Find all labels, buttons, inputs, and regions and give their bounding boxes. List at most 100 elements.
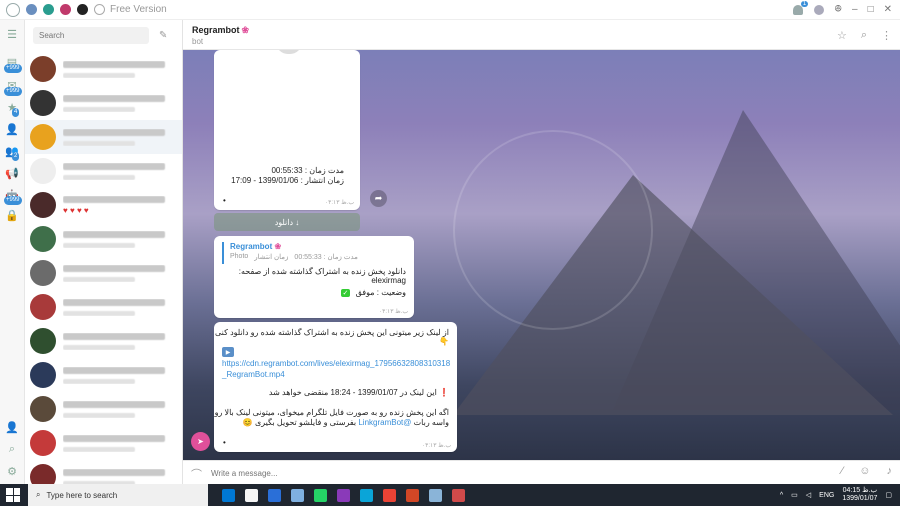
close-button[interactable]: ✕: [884, 4, 892, 15]
search-global-icon[interactable]: ⌕: [4, 442, 20, 456]
quote-meta: Photo: [230, 253, 249, 260]
contacts-icon[interactable]: 👤: [4, 122, 20, 136]
flower-icon: ❀: [241, 25, 250, 35]
chat-row-active[interactable]: [25, 120, 182, 154]
chat-row[interactable]: [25, 154, 182, 188]
accent-color-black[interactable]: [77, 4, 88, 15]
chevron-up-icon[interactable]: ^: [780, 492, 783, 499]
windows-start-icon[interactable]: [6, 488, 20, 502]
chat-list: ✎ ♥ ♥ ♥ ♥: [25, 20, 183, 484]
notification-badge: 1: [800, 0, 809, 7]
chat-status: bot: [192, 37, 204, 46]
profile-icon[interactable]: [814, 4, 825, 15]
avatar: [30, 294, 56, 320]
contacts-book-icon[interactable]: 👤: [4, 420, 20, 434]
avatar: [30, 260, 56, 286]
minimize-button[interactable]: –: [852, 4, 858, 15]
message-text: از لینک زیر میتونی این پخش زنده به اشترا…: [214, 328, 449, 346]
version-label: Free Version: [110, 4, 167, 15]
bot-command-icon[interactable]: ⁄: [841, 465, 843, 477]
whatsapp-icon[interactable]: [314, 488, 327, 502]
chrome-icon[interactable]: [383, 488, 396, 502]
avatar: [30, 362, 56, 388]
volume-icon[interactable]: ◁: [806, 491, 811, 499]
pen-app-icon[interactable]: [222, 488, 235, 502]
search-box[interactable]: [33, 27, 149, 44]
more-icon[interactable]: ⋮: [881, 29, 892, 42]
app-icon[interactable]: [360, 488, 373, 502]
download-button[interactable]: دانلود ↓: [214, 213, 360, 231]
search-input[interactable]: [39, 31, 149, 40]
clock[interactable]: 04:15 ب.ظ 1399/01/07: [842, 487, 877, 503]
message-dot: •: [223, 438, 226, 447]
quote-meta: زمان انتشار: [254, 254, 289, 261]
accent-color-none[interactable]: [94, 4, 105, 15]
notification-center-icon[interactable]: ▢: [885, 491, 892, 499]
message-bubble[interactable]: Regrambot ❀ Photo زمان انتشار مدت زمان :…: [214, 236, 414, 318]
quote-title: Regrambot: [230, 242, 273, 251]
bot-mention-link[interactable]: @LinkgramBot: [358, 418, 411, 427]
folder-rail: ☰ ▤ +999 ✉ +999 ★ 4 👤 👥 2 📢 🤖 +999 🔒 👤 ⌕…: [0, 20, 25, 484]
onenote-icon[interactable]: [337, 488, 350, 502]
app-icon[interactable]: [452, 488, 465, 502]
message-bubble[interactable]: از لینک زیر میتونی این پخش زنده به اشترا…: [214, 322, 457, 452]
forward-icon[interactable]: ➦: [370, 190, 387, 207]
app-icon[interactable]: [291, 488, 304, 502]
attach-icon[interactable]: ⌒: [191, 466, 202, 482]
message-bubble[interactable]: مدت زمان : 00:55:33 زمان انتشار : 1399/0…: [214, 50, 360, 210]
send-icon[interactable]: ➤: [191, 432, 210, 451]
outlook-icon[interactable]: [245, 488, 258, 502]
chat-row[interactable]: [25, 86, 182, 120]
search-icon[interactable]: ⌕: [861, 29, 867, 42]
chat-row[interactable]: [25, 52, 182, 86]
avatar: [30, 124, 56, 150]
menu-icon[interactable]: ☰: [4, 27, 20, 41]
download-link[interactable]: https://cdn.regrambot.com/lives/elexirma…: [222, 358, 452, 380]
accent-color-teal[interactable]: [43, 4, 54, 15]
maximize-button[interactable]: □: [868, 4, 874, 15]
star-icon[interactable]: ☆: [837, 29, 847, 42]
taskbar-search[interactable]: ⌕ Type here to search: [28, 484, 208, 506]
check-icon: ✓: [340, 289, 351, 297]
chat-row[interactable]: [25, 460, 182, 484]
emoji-icon[interactable]: ☺: [859, 465, 870, 477]
chat-row[interactable]: [25, 392, 182, 426]
chat-row[interactable]: [25, 358, 182, 392]
app-icon[interactable]: [268, 488, 281, 502]
chat-header[interactable]: Regrambot ❀ bot ☆ ⌕ ⋮: [183, 20, 900, 50]
windows-taskbar: ⌕ Type here to search ^ ▭ ◁ ENG 04:15 ب.…: [0, 484, 900, 506]
chat-row[interactable]: [25, 222, 182, 256]
app-icon[interactable]: [429, 488, 442, 502]
chat-row[interactable]: [25, 290, 182, 324]
accent-color-pink[interactable]: [60, 4, 71, 15]
message-input[interactable]: [211, 466, 771, 480]
rail-badge: +999: [4, 64, 22, 73]
message-published: زمان انتشار : 1399/01/06 - 17:09: [231, 176, 344, 185]
chat-row[interactable]: [25, 256, 182, 290]
channels-icon[interactable]: 📢: [4, 166, 20, 180]
archive-icon[interactable]: 🔒: [4, 208, 20, 222]
avatar: [30, 90, 56, 116]
message-text: واسه ربات @LinkgramBot بفرستی و فایلشو ت…: [243, 418, 449, 427]
chat-title: Regrambot ❀: [192, 25, 249, 36]
chat-row[interactable]: ♥ ♥ ♥ ♥: [25, 188, 182, 222]
microphone-icon[interactable]: ♪: [887, 465, 893, 477]
notifications-icon[interactable]: 1: [792, 0, 809, 16]
lock-icon[interactable]: ꔮ: [834, 4, 842, 15]
chat-hearts: ♥ ♥ ♥ ♥: [63, 205, 89, 215]
message-text: دانلود پخش زنده به اشتراک گذاشته شده از …: [238, 267, 406, 285]
settings-user-icon[interactable]: ⚙: [4, 464, 20, 478]
tip-text: بفرستی و فایلشو تحویل بگیری 😊: [242, 418, 357, 427]
avatar: [30, 192, 56, 218]
chat-row[interactable]: [25, 426, 182, 460]
language-indicator[interactable]: ENG: [819, 492, 834, 499]
reply-quote[interactable]: Regrambot ❀ Photo زمان انتشار مدت زمان :…: [222, 242, 406, 264]
new-message-icon[interactable]: ✎: [159, 30, 171, 42]
rail-badge: +999: [4, 87, 22, 96]
powerpoint-icon[interactable]: [406, 488, 419, 502]
avatar: [30, 56, 56, 82]
accent-color-blue[interactable]: [26, 4, 37, 15]
avatar: [30, 396, 56, 422]
network-icon[interactable]: ▭: [791, 491, 798, 499]
chat-row[interactable]: [25, 324, 182, 358]
